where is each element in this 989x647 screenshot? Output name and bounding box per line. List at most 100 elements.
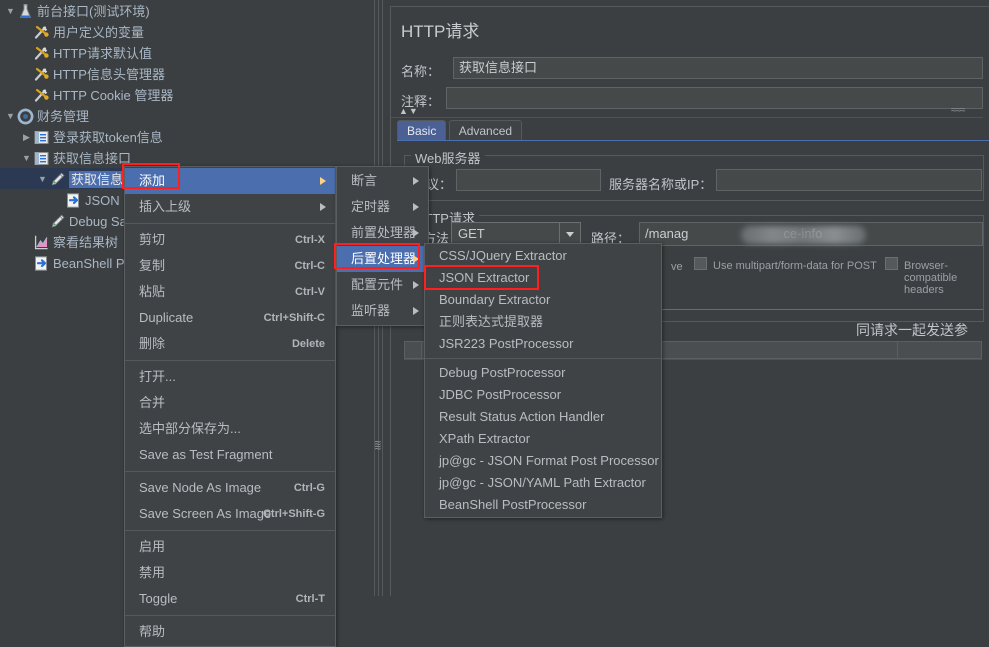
tree-item-http-header-manager[interactable]: HTTP信息头管理器 <box>0 63 372 84</box>
submenu-item-json-extractor[interactable]: JSON Extractor <box>425 267 661 289</box>
menu-item-label: CSS/JQuery Extractor <box>439 248 567 263</box>
header-divider <box>391 117 983 118</box>
menu-item-save-as-test-fragment[interactable]: Save as Test Fragment <box>125 442 335 468</box>
menu-item-label: Debug PostProcessor <box>439 365 566 380</box>
thread-group-icon <box>17 108 34 125</box>
resize-grip[interactable]: ≈≈≈ <box>951 105 966 116</box>
submenu-item-beanshell-postprocessor[interactable]: BeanShell PostProcessor <box>425 494 661 516</box>
menu-item-save-screen-as-image[interactable]: Save Screen As Image Ctrl+Shift-G <box>125 501 335 527</box>
twisty-expanded-icon[interactable]: ▼ <box>4 106 17 127</box>
submenu-item-config-elements[interactable]: 配置元件 <box>337 272 428 298</box>
menu-item-label: Save Screen As Image <box>139 506 272 521</box>
browser-compatible-checkbox[interactable] <box>885 257 898 270</box>
menu-item-label: BeanShell PostProcessor <box>439 497 587 512</box>
test-plan-icon <box>17 3 34 20</box>
method-value: GET <box>458 226 485 241</box>
multipart-checkbox[interactable] <box>694 257 707 270</box>
menu-item-help[interactable]: 帮助 <box>125 619 335 645</box>
name-input[interactable]: 获取信息接口 <box>453 57 983 79</box>
tree-item-test-plan[interactable]: ▼ 前台接口(测试环境) <box>0 0 372 21</box>
tab-basic[interactable]: Basic <box>397 120 447 140</box>
submenu-item-pre-processors[interactable]: 前置处理器 <box>337 220 428 246</box>
twisty-collapsed-icon[interactable]: ▶ <box>20 127 33 148</box>
submenu-item-jsr223-postprocessor[interactable]: JSR223 PostProcessor <box>425 333 661 355</box>
menu-item-label: 删除 <box>139 336 166 351</box>
menu-item-label: 粘贴 <box>139 284 166 299</box>
menu-item-merge[interactable]: 合并 <box>125 390 335 416</box>
keepalive-label-truncated: ve <box>671 261 683 273</box>
submenu-item-listeners[interactable]: 监听器 <box>337 298 428 324</box>
submenu-item-debug-postprocessor[interactable]: Debug PostProcessor <box>425 362 661 384</box>
submenu-arrow-icon <box>413 177 419 185</box>
tree-item-login-token[interactable]: ▶ 登录获取token信息 <box>0 126 372 147</box>
post-processor-icon <box>65 192 82 209</box>
menu-item-copy[interactable]: 复制 Ctrl-C <box>125 253 335 279</box>
post-processors-submenu[interactable]: CSS/JQuery Extractor JSON Extractor Bounda… <box>424 243 662 518</box>
path-value-prefix: /manag <box>645 226 689 241</box>
twisty-expanded-icon[interactable]: ▼ <box>36 169 49 190</box>
submenu-item-timers[interactable]: 定时器 <box>337 194 428 220</box>
context-menu[interactable]: 添加插入上级剪切 Ctrl-X 复制 Ctrl-C 粘贴 Ctrl-V Duplicate C… <box>124 166 336 647</box>
menu-item-label: 正则表达式提取器 <box>439 314 544 329</box>
submenu-item-css-jquery-extractor[interactable]: CSS/JQuery Extractor <box>425 245 661 267</box>
chevron-down-icon[interactable] <box>559 223 580 245</box>
twisty-expanded-icon[interactable]: ▼ <box>4 1 17 22</box>
submenu-item-jpgc-json-format-post-processor[interactable]: jp@gc - JSON Format Post Processor <box>425 450 661 472</box>
menu-item-duplicate[interactable]: Duplicate Ctrl+Shift-C <box>125 305 335 331</box>
menu-item-enable[interactable]: 启用 <box>125 534 335 560</box>
submenu-item-boundary-extractor[interactable]: Boundary Extractor <box>425 289 661 311</box>
http-sampler-icon <box>49 171 66 188</box>
tree-item-label: HTTP信息头管理器 <box>53 67 165 83</box>
menu-item-label: Save Node As Image <box>139 480 262 495</box>
menu-item-cut[interactable]: 剪切 Ctrl-X <box>125 227 335 253</box>
tree-item-label: 用户定义的变量 <box>53 25 145 41</box>
menu-item-open[interactable]: 打开... <box>125 364 335 390</box>
params-table-col-div-2 <box>897 341 898 359</box>
post-processor-icon <box>33 255 50 272</box>
tree-item-thread-group[interactable]: ▼ 财务管理 <box>0 105 372 126</box>
collapse-toggle[interactable]: ▲▼ <box>399 106 419 116</box>
menu-item-label: 合并 <box>139 395 166 410</box>
splitter-grip[interactable]: ≀≀≀≀ <box>373 440 383 450</box>
submenu-item-jdbc-postprocessor[interactable]: JDBC PostProcessor <box>425 384 661 406</box>
tab-advanced[interactable]: Advanced <box>448 120 523 140</box>
menu-item-label: 添加 <box>139 173 166 188</box>
menu-item-label: 启用 <box>139 539 166 554</box>
tree-item-http-request-defaults[interactable]: HTTP请求默认值 <box>0 42 372 63</box>
menu-item-delete[interactable]: 删除 Delete <box>125 331 335 357</box>
menu-item-label: 禁用 <box>139 565 166 580</box>
menu-separator <box>125 471 335 472</box>
tree-item-label: 财务管理 <box>37 109 90 125</box>
menu-item-insert-parent[interactable]: 插入上级 <box>125 194 335 220</box>
menu-item-save-selection-as[interactable]: 选中部分保存为... <box>125 416 335 442</box>
tree-item-get-info-controller[interactable]: ▼ 获取信息接口 <box>0 147 372 168</box>
add-submenu[interactable]: 断言定时器前置处理器 后置处理器 配置元件 监听器 <box>336 166 429 326</box>
menu-item-label: 剪切 <box>139 232 166 247</box>
config-element-icon <box>33 87 50 104</box>
menu-item-label: jp@gc - JSON/YAML Path Extractor <box>439 475 646 490</box>
server-input[interactable] <box>716 169 982 191</box>
submenu-item-jpgc-json-yaml-path-extractor[interactable]: jp@gc - JSON/YAML Path Extractor <box>425 472 661 494</box>
menu-item-label: 定时器 <box>351 199 391 214</box>
menu-item-label: 复制 <box>139 258 166 273</box>
menu-item-save-node-as-image[interactable]: Save Node As Image Ctrl-G <box>125 475 335 501</box>
submenu-item-assertions[interactable]: 断言 <box>337 168 428 194</box>
menu-item-accelerator: Ctrl-V <box>295 286 325 298</box>
submenu-item-regex-extractor[interactable]: 正则表达式提取器 <box>425 311 661 333</box>
menu-item-add[interactable]: 添加 <box>125 168 335 194</box>
tree-item-http-cookie-manager[interactable]: HTTP Cookie 管理器 <box>0 84 372 105</box>
submenu-arrow-icon <box>413 307 419 315</box>
menu-item-toggle[interactable]: Toggle Ctrl-T <box>125 586 335 612</box>
submenu-item-post-processors[interactable]: 后置处理器 <box>337 246 428 272</box>
menu-item-paste[interactable]: 粘贴 Ctrl-V <box>125 279 335 305</box>
submenu-item-xpath-extractor[interactable]: XPath Extractor <box>425 428 661 450</box>
comment-input[interactable] <box>446 87 983 109</box>
submenu-item-result-status-action-handler[interactable]: Result Status Action Handler <box>425 406 661 428</box>
tree-item-user-defined-variables[interactable]: 用户定义的变量 <box>0 21 372 42</box>
menu-item-disable[interactable]: 禁用 <box>125 560 335 586</box>
twisty-expanded-icon[interactable]: ▼ <box>20 148 33 169</box>
protocol-input[interactable] <box>456 169 601 191</box>
editor-tabs[interactable]: Basic Advanced <box>397 120 523 141</box>
menu-item-label: Boundary Extractor <box>439 292 551 307</box>
tree-item-label: HTTP Cookie 管理器 <box>53 88 174 104</box>
